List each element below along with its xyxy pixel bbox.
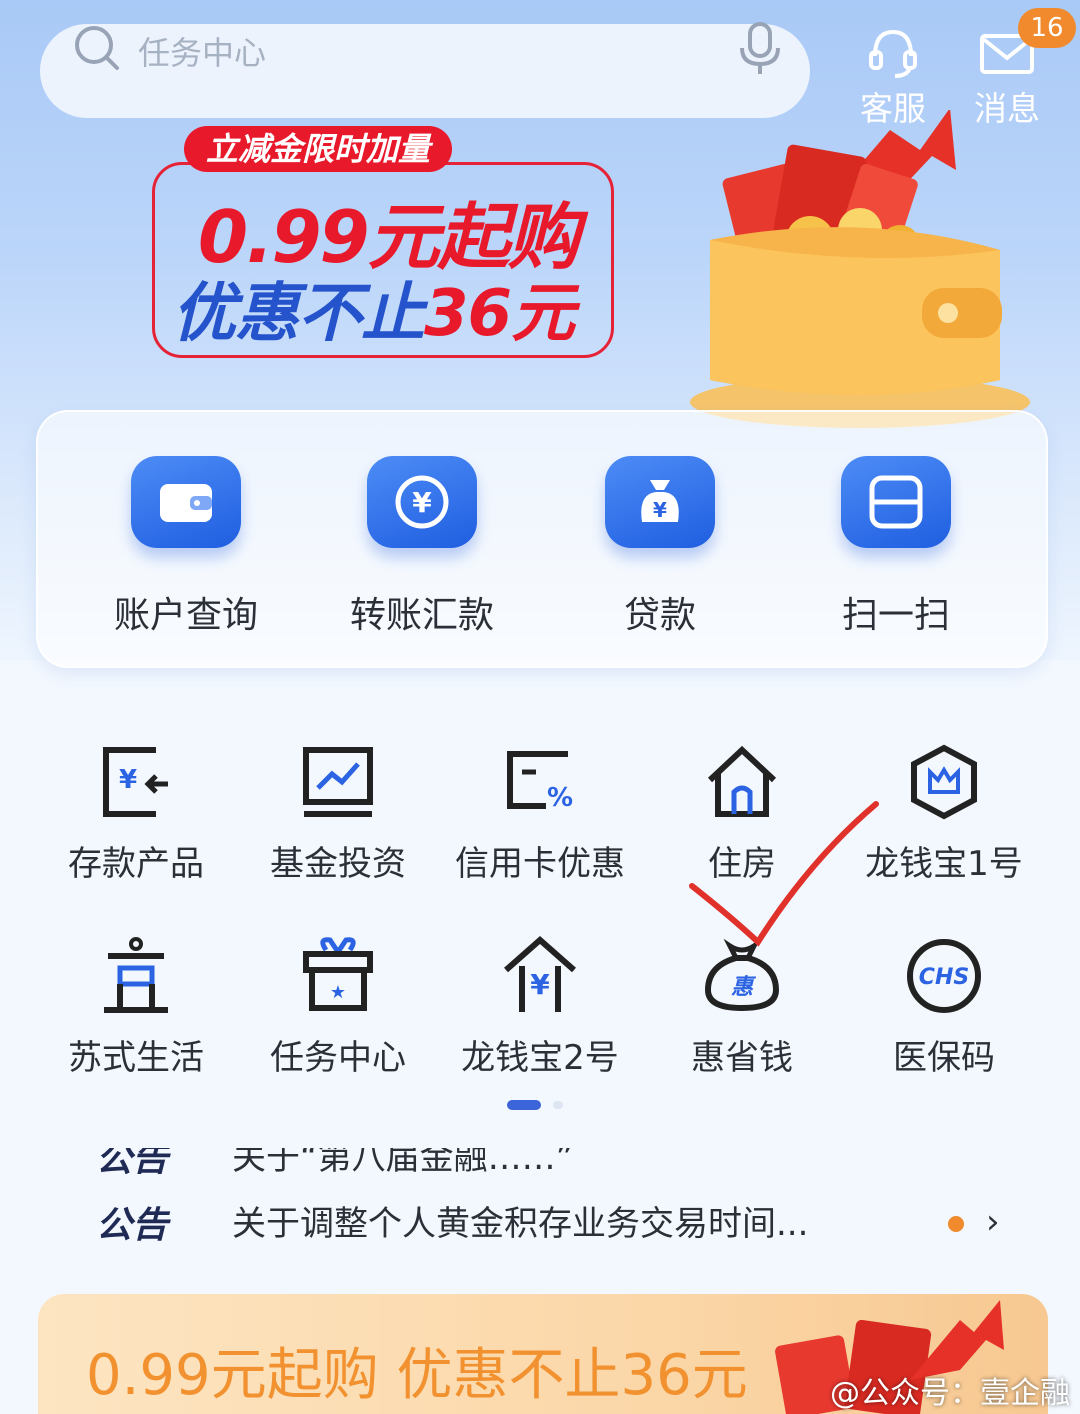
scan-icon [841,456,951,548]
search-icon [75,26,119,70]
promo-tag: 立减金限时加量 [184,126,452,172]
announcement-tag: 公告 [96,1205,169,1246]
chs-badge-icon: CHS [904,936,984,1016]
grid-item-task-center[interactable]: ★ 任务中心 [238,936,438,1079]
svg-text:¥: ¥ [119,765,137,795]
grid-item-credit-card[interactable]: % 信用卡优惠 [440,742,640,885]
grid-item-label: 惠省钱 [691,1038,793,1078]
deposit-icon: ¥ [96,742,176,822]
wallet-icon [131,456,241,548]
watermark: @公众号：壹企融 [830,1376,1070,1411]
checkmark-annotation-icon [689,801,879,947]
grid-item-label: 龙钱宝2号 [461,1038,619,1078]
message-count-badge: 16 [1018,8,1076,48]
svg-text:¥: ¥ [530,968,550,1001]
grid-item-label: 信用卡优惠 [455,844,625,884]
grid-item-label: 任务中心 [270,1038,406,1078]
promo-subheadline-b: 36元 [424,277,575,351]
wallet-illustration [690,110,1030,428]
page-dot-active [507,1100,541,1110]
quick-action-scan[interactable]: 扫一扫 [786,456,1006,638]
svg-text:¥: ¥ [653,498,667,522]
svg-text:%: % [547,783,573,813]
grid-item-fund[interactable]: 基金投资 [238,742,438,885]
grid-item-label: 存款产品 [68,844,204,884]
gift-box-icon: ★ [298,936,378,1016]
bottom-promo-text: 0.99元起购 优惠不止36元 [86,1343,748,1408]
crown-hexagon-icon [904,742,984,822]
money-bag-icon: ¥ [605,456,715,548]
unread-dot [948,1216,964,1232]
grid-item-label: 基金投资 [270,844,406,884]
headset-icon [869,29,917,78]
quick-action-label: 扫一扫 [841,595,950,636]
grid-item-deposit[interactable]: ¥ 存款产品 [36,742,236,885]
yuan-house-icon: ¥ [500,936,580,1016]
fund-chart-icon [298,742,378,822]
grid-item-suzhou-life[interactable]: 苏式生活 [36,936,236,1079]
chevron-right-icon[interactable]: › [986,1202,1000,1242]
quick-action-label: 转账汇款 [349,595,494,636]
quick-action-transfer[interactable]: ¥ 转账汇款 [312,456,532,638]
page-dot [553,1101,563,1109]
announcement-row[interactable]: 公告 关于调整个人黄金积存业务交易时间... › [0,1196,1080,1246]
svg-text:CHS: CHS [919,965,969,990]
quick-action-label: 贷款 [623,595,696,636]
svg-text:★: ★ [330,982,346,1003]
svg-text:惠: 惠 [731,975,757,1000]
microphone-icon[interactable] [738,22,782,76]
quick-action-account-query[interactable]: 账户查询 [76,456,296,638]
pavilion-icon [96,936,176,1016]
grid-item-label: 医保码 [893,1038,995,1078]
search-input[interactable]: 任务中心 [138,28,266,74]
promo-subheadline: 优惠不止36元 [172,262,575,354]
yuan-transfer-icon: ¥ [367,456,477,548]
svg-text:¥: ¥ [412,486,432,519]
announcement-prev-row: 公告 关于“第八届金融……” [0,1148,1080,1174]
grid-item-label: 苏式生活 [68,1038,204,1078]
quick-action-label: 账户查询 [113,595,258,636]
announcement-tag: 公告 [96,1148,169,1174]
credit-card-discount-icon: % [500,742,580,822]
announcement-text: 关于调整个人黄金积存业务交易时间... [232,1204,809,1244]
quick-action-loan[interactable]: ¥ 贷款 [550,456,770,638]
grid-item-longqianbao2[interactable]: ¥ 龙钱宝2号 [440,936,640,1079]
announcement-text: 关于“第八届金融……” [232,1148,574,1174]
promo-subheadline-a: 优惠不止 [172,277,425,351]
